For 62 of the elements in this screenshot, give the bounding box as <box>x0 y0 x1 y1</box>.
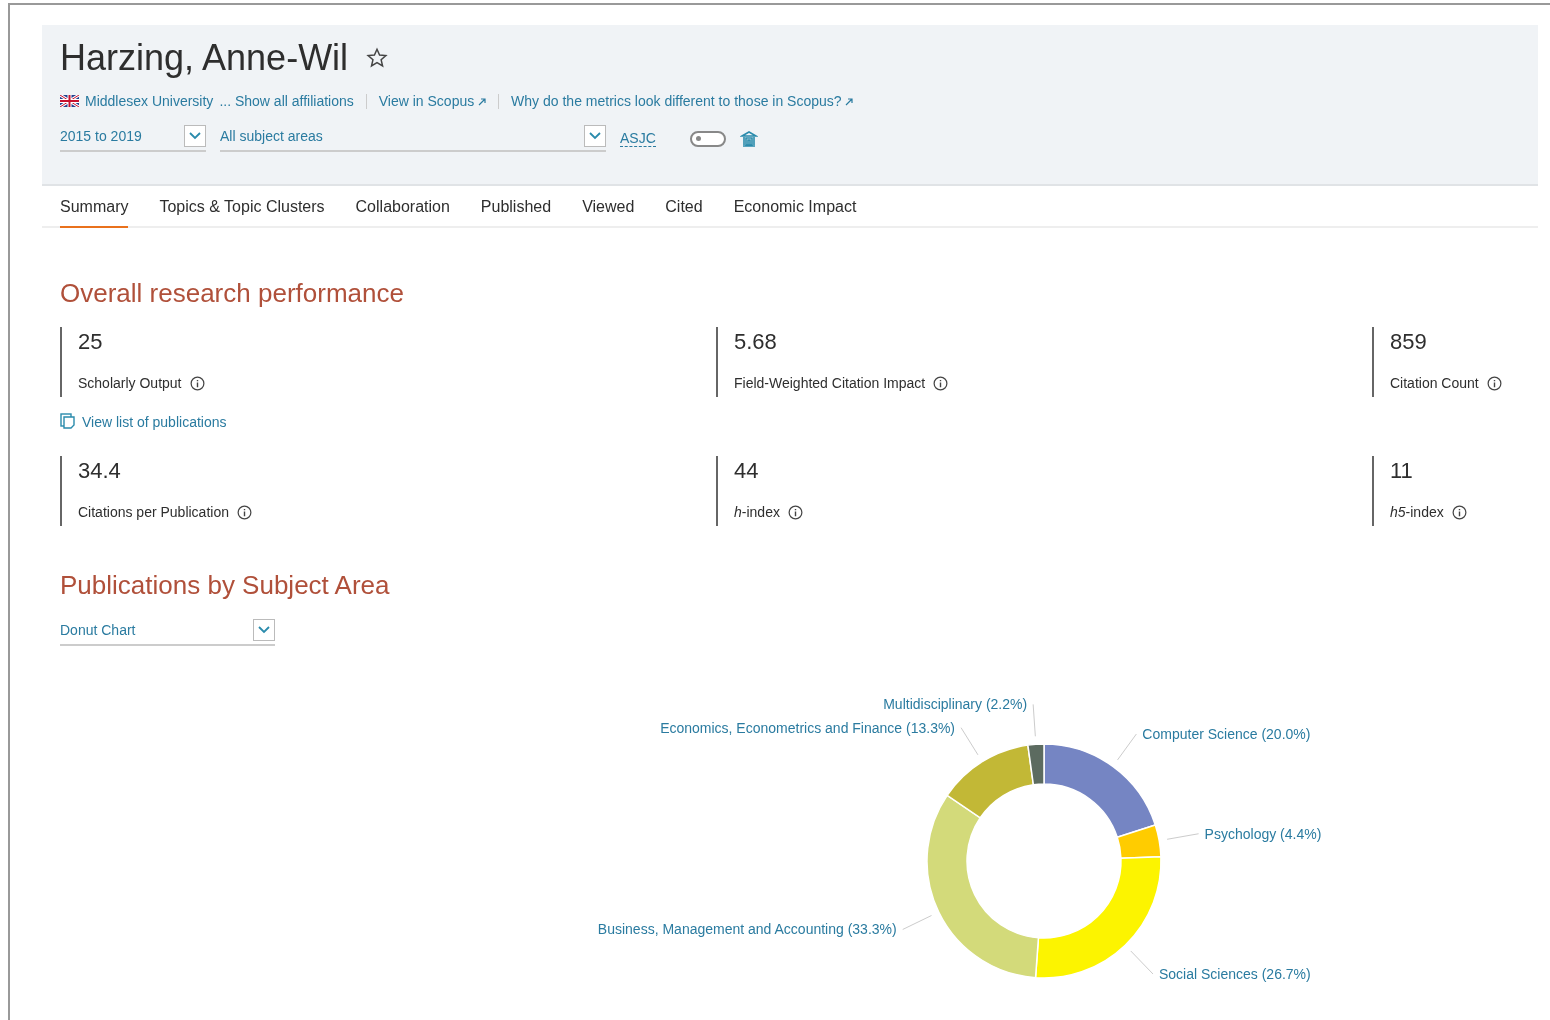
tab[interactable]: Economic Impact <box>733 186 857 228</box>
tab[interactable]: Cited <box>665 186 703 228</box>
slice-label: Psychology (4.4%) <box>1204 825 1322 842</box>
tab[interactable]: Topics & Topic Clusters <box>159 186 325 228</box>
metric-label: Scholarly Output <box>78 375 182 391</box>
star-icon[interactable] <box>366 47 389 69</box>
chevron-down-icon[interactable] <box>253 619 275 641</box>
metric-label: Citations per Publication <box>78 504 229 520</box>
info-icon[interactable] <box>237 504 252 520</box>
external-link[interactable]: View in Scopus <box>378 93 487 109</box>
external-link-icon <box>478 98 487 106</box>
slice-label: Computer Science (20.0%) <box>1142 726 1311 743</box>
metric-label: h-index <box>734 504 780 520</box>
metric-label: h5-index <box>1390 504 1444 520</box>
info-icon[interactable] <box>1486 375 1502 391</box>
donut-slice[interactable] <box>946 744 1035 819</box>
tab[interactable]: Published <box>480 186 552 228</box>
chevron-down-icon[interactable] <box>584 125 606 147</box>
metric-value: 5.68 <box>734 329 778 355</box>
slice-label: Multidisciplinary (2.2%) <box>883 696 1028 713</box>
toggle-switch[interactable] <box>689 130 726 147</box>
metric-value: 11 <box>1390 458 1414 484</box>
metric-label: Citation Count <box>1390 375 1479 391</box>
institution-icon[interactable] <box>739 129 758 148</box>
info-icon[interactable] <box>189 375 205 391</box>
info-icon[interactable] <box>1451 504 1467 520</box>
leader-line <box>902 915 932 930</box>
flag-icon <box>60 95 79 107</box>
metric-value: 34.4 <box>78 458 122 484</box>
slice-label: Social Sciences (26.7%) <box>1159 966 1311 982</box>
publications-list-link[interactable]: View list of publications <box>60 413 1538 430</box>
documents-icon <box>60 413 76 430</box>
show-affiliations-link[interactable]: ... Show all affiliations <box>219 93 354 109</box>
external-link[interactable]: Why do the metrics look different to those in Scopus? <box>511 93 854 109</box>
section-title: Publications by Subject Area <box>60 570 391 601</box>
info-icon[interactable] <box>787 504 803 520</box>
metric-value: 44 <box>734 458 760 484</box>
tab[interactable]: Summary <box>60 186 129 228</box>
slice-label: Economics, Econometrics and Finance (13.3%) <box>660 719 956 736</box>
metric-label: Field-Weighted Citation Impact <box>734 375 926 391</box>
external-link-icon <box>845 98 854 106</box>
subject-select[interactable]: All subject areas <box>220 125 606 152</box>
leader-line <box>1166 833 1200 840</box>
donut-slice[interactable] <box>1116 824 1162 859</box>
researcher-name: Harzing, Anne-Wil <box>60 37 349 79</box>
asjc-link[interactable]: ASJC <box>620 130 656 147</box>
leader-line <box>1117 733 1137 761</box>
section-title: Overall research performance <box>60 278 405 309</box>
leader-line <box>1130 950 1154 975</box>
affiliation-link[interactable]: Middlesex University <box>85 93 214 109</box>
tab[interactable]: Collaboration <box>355 186 450 228</box>
tab[interactable]: Viewed <box>582 186 635 228</box>
metric-value: 859 <box>1390 329 1428 355</box>
donut-slice[interactable] <box>1043 743 1157 839</box>
period-select[interactable]: 2015 to 2019 <box>60 125 206 152</box>
leader-line <box>1032 703 1036 737</box>
slice-label: Business, Management and Accounting (33.3%) <box>597 921 897 938</box>
leader-line <box>960 727 979 756</box>
chevron-down-icon[interactable] <box>184 125 206 147</box>
metric-value: 25 <box>78 329 104 355</box>
chart-type-select[interactable]: Donut Chart <box>60 619 275 646</box>
info-icon[interactable] <box>933 375 949 391</box>
